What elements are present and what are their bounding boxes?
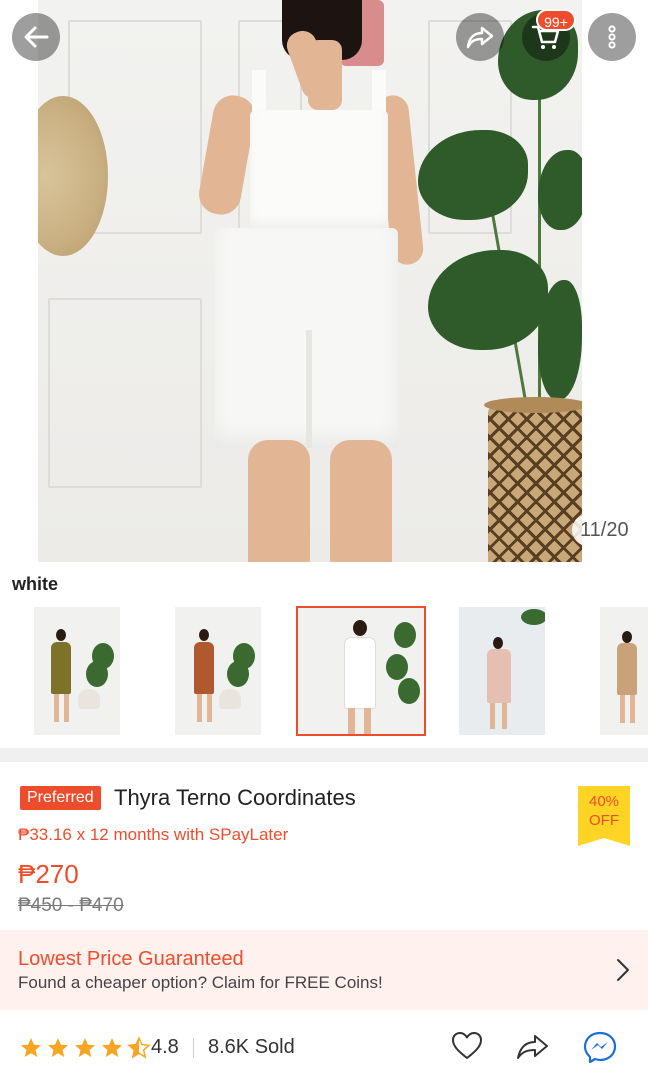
star-icon <box>75 1038 95 1057</box>
lowest-price-guarantee-banner[interactable]: Lowest Price Guaranteed Found a cheaper … <box>0 930 648 1010</box>
original-price: ₱450 - ₱470 <box>18 895 124 916</box>
variation-thumb-rust[interactable] <box>175 607 261 735</box>
more-icon <box>608 25 616 49</box>
variation-thumb-pink[interactable] <box>459 607 545 735</box>
half-star-icon <box>127 1036 151 1059</box>
plant-leaf <box>538 150 588 230</box>
heart-icon[interactable] <box>450 1030 484 1062</box>
rating-stars <box>18 1036 152 1060</box>
rating-value: 4.8 <box>151 1036 179 1058</box>
image-counter: 11/20 <box>572 514 637 546</box>
star-icon <box>102 1038 122 1057</box>
share-icon[interactable] <box>515 1030 551 1062</box>
section-divider <box>0 748 648 762</box>
guarantee-title: Lowest Price Guaranteed <box>18 948 244 970</box>
thumb-outfit <box>345 638 375 708</box>
star-icon <box>48 1038 68 1057</box>
star-icon <box>21 1038 41 1057</box>
share-icon <box>466 26 494 49</box>
plant-leaf <box>428 250 548 350</box>
sold-count: 8.6K Sold <box>208 1036 295 1058</box>
discount-percent: 40% <box>588 793 620 810</box>
image-border <box>582 0 648 562</box>
discount-tag: 40% OFF <box>578 786 630 846</box>
right-leg <box>330 440 392 562</box>
thumb-outfit <box>51 642 71 694</box>
more-button[interactable] <box>588 13 636 61</box>
woven-basket <box>484 397 588 562</box>
cart-count-badge: 99+ <box>536 9 576 31</box>
discount-word: OFF <box>589 812 619 829</box>
thumb-outfit <box>194 642 214 694</box>
product-image-carousel[interactable]: 99+ 11/20 <box>0 0 648 562</box>
left-leg <box>248 440 310 562</box>
selected-variation-label: white <box>12 574 59 594</box>
stat-separator <box>193 1038 194 1058</box>
guarantee-subtitle: Found a cheaper option? Claim for FREE C… <box>18 973 383 992</box>
shorts-seam <box>306 330 312 448</box>
image-border <box>0 0 38 562</box>
share-button[interactable] <box>456 13 504 61</box>
thumb-outfit <box>617 643 637 695</box>
chevron-right-icon <box>617 959 629 981</box>
variation-thumb-white[interactable] <box>296 606 426 736</box>
preferred-seller-badge: Preferred <box>20 786 101 810</box>
wall-panel <box>48 298 202 488</box>
installment-text[interactable]: ₱33.16 x 12 months with SPayLater <box>18 825 288 845</box>
variation-thumb-olive[interactable] <box>34 607 120 735</box>
variation-thumb-beige[interactable] <box>600 607 648 735</box>
crop-top <box>250 110 388 228</box>
back-arrow-icon <box>24 26 49 48</box>
thumb-outfit <box>487 649 511 703</box>
back-button[interactable] <box>12 13 60 61</box>
product-photo <box>18 0 588 562</box>
product-title: Thyra Terno Coordinates <box>114 785 356 810</box>
current-price: ₱270 <box>18 859 79 889</box>
messenger-chat-icon[interactable] <box>582 1030 618 1064</box>
